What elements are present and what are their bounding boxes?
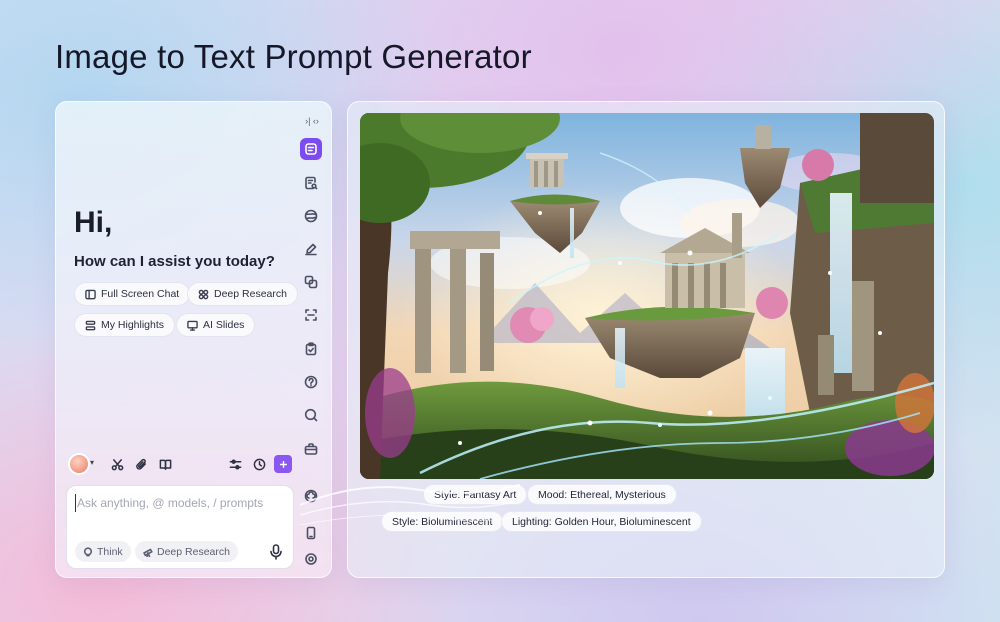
greeting-hi: Hi, bbox=[74, 206, 113, 239]
toolbox-icon[interactable] bbox=[300, 438, 322, 460]
result-tag: Mood: Ethereal, Mysterious bbox=[527, 484, 677, 505]
think-label: Think bbox=[97, 545, 123, 558]
translate-icon[interactable] bbox=[300, 271, 322, 293]
uploaded-fantasy-image bbox=[360, 113, 934, 479]
ai-slides-button[interactable]: AI Slides bbox=[176, 313, 256, 337]
collapse-expand-toggle[interactable]: ›| ‹› bbox=[299, 115, 325, 127]
pen-icon[interactable] bbox=[300, 238, 322, 260]
history-icon[interactable] bbox=[250, 455, 268, 473]
image-panel: Style: Fantasy Art Mood: Ethereal, Myste… bbox=[347, 101, 945, 578]
chat-input[interactable] bbox=[75, 494, 285, 512]
grid-icon bbox=[198, 289, 209, 299]
lightbulb-icon bbox=[83, 546, 93, 556]
telescope-icon bbox=[143, 548, 153, 557]
deep-research-toggle-label: Deep Research bbox=[157, 545, 230, 558]
help-icon[interactable] bbox=[300, 371, 322, 393]
model-avatar[interactable] bbox=[68, 453, 90, 475]
result-tag: Style: Fantasy Art bbox=[423, 484, 528, 505]
attach-icon[interactable] bbox=[132, 455, 150, 473]
deep-research-label: Deep Research bbox=[214, 288, 287, 300]
document-search-icon[interactable] bbox=[300, 172, 322, 194]
highlights-icon bbox=[85, 320, 96, 330]
composer-toolbar: ▾ bbox=[66, 452, 294, 476]
slides-icon bbox=[187, 320, 198, 331]
chat-icon[interactable] bbox=[300, 138, 322, 160]
composer: Think Deep Research bbox=[66, 485, 294, 569]
settings-icon[interactable] bbox=[300, 548, 322, 570]
book-icon[interactable] bbox=[156, 455, 174, 473]
result-tag: Lighting: Golden Hour, Bioluminescent bbox=[501, 511, 702, 532]
full-screen-chat-label: Full Screen Chat bbox=[101, 288, 180, 300]
full-screen-chat-button[interactable]: Full Screen Chat bbox=[74, 282, 191, 306]
my-highlights-label: My Highlights bbox=[101, 319, 165, 331]
sliders-icon[interactable] bbox=[226, 455, 244, 473]
icon-rail: ›| ‹› bbox=[291, 102, 331, 577]
ai-slides-label: AI Slides bbox=[203, 319, 245, 331]
ai-brain-icon[interactable] bbox=[300, 485, 322, 507]
chevron-down-icon[interactable]: ▾ bbox=[90, 458, 94, 467]
greeting-subtitle: How can I assist you today? bbox=[74, 253, 275, 270]
my-highlights-button[interactable]: My Highlights bbox=[74, 313, 176, 337]
search-chat-icon[interactable] bbox=[300, 404, 322, 426]
microphone-icon[interactable] bbox=[269, 544, 283, 560]
deep-research-button[interactable]: Deep Research bbox=[187, 282, 298, 306]
think-button[interactable]: Think bbox=[75, 541, 131, 562]
mobile-icon[interactable] bbox=[300, 522, 322, 544]
scissors-icon[interactable] bbox=[108, 455, 126, 473]
new-chat-icon[interactable] bbox=[274, 455, 292, 473]
result-tag: Style: Bioluminescent bbox=[381, 511, 504, 532]
scan-icon[interactable] bbox=[300, 304, 322, 326]
page-title: Image to Text Prompt Generator bbox=[55, 38, 532, 75]
fantasy-landscape-illustration bbox=[360, 113, 934, 479]
sidebar-layout-icon bbox=[85, 289, 96, 299]
globe-icon[interactable] bbox=[300, 205, 322, 227]
deep-research-toggle[interactable]: Deep Research bbox=[135, 541, 238, 562]
chat-panel: Hi, How can I assist you today? Full Scr… bbox=[55, 101, 332, 578]
clipboard-check-icon[interactable] bbox=[300, 338, 322, 360]
